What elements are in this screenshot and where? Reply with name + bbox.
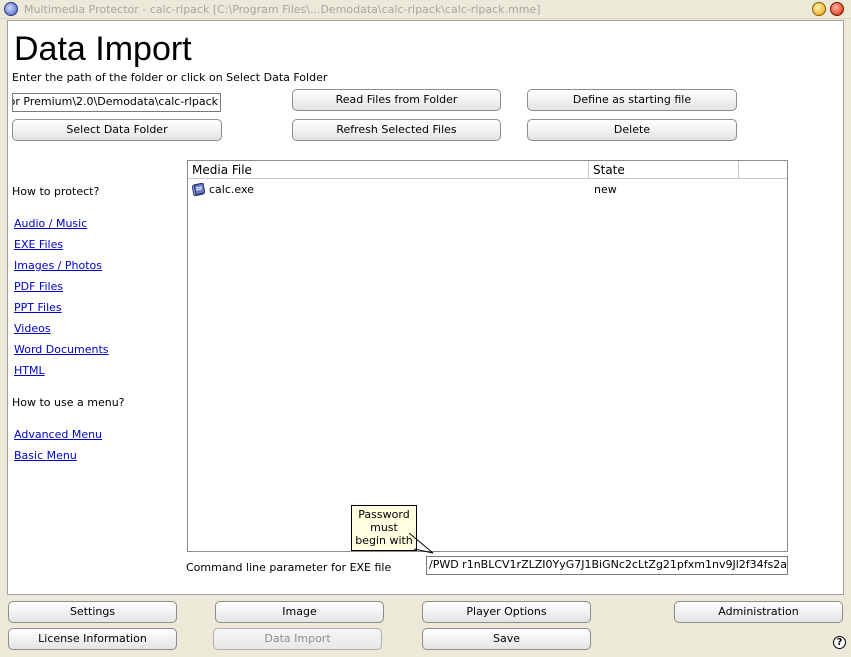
title-bar[interactable]: Multimedia Protector - calc-rlpack [C:\P… [0, 0, 851, 19]
password-tooltip: Password must begin with [351, 505, 417, 551]
media-file-list[interactable]: Media File State calc.exe new [187, 160, 788, 552]
data-import-panel: Data Import Enter the path of the folder… [7, 20, 844, 595]
tooltip-pointer [409, 533, 434, 554]
link-audio-music[interactable]: Audio / Music [14, 217, 87, 230]
data-import-button[interactable]: Data Import [213, 628, 382, 650]
window-title: Multimedia Protector - calc-rlpack [C:\P… [24, 3, 541, 16]
command-line-label: Command line parameter for EXE file [186, 561, 392, 574]
link-images-photos[interactable]: Images / Photos [14, 259, 102, 272]
list-header: Media File State [188, 161, 787, 179]
select-data-folder-button[interactable]: Select Data Folder [12, 119, 222, 141]
link-html[interactable]: HTML [14, 364, 45, 377]
command-line-input[interactable]: /PWD r1nBLCV1rZLZI0YyG7J1BiGNc2cLtZg21pf… [426, 556, 788, 575]
page-title: Data Import [14, 30, 192, 68]
administration-button[interactable]: Administration [674, 601, 843, 623]
column-media-file[interactable]: Media File [188, 161, 589, 179]
link-ppt-files[interactable]: PPT Files [14, 301, 62, 314]
settings-button[interactable]: Settings [8, 601, 177, 623]
column-state[interactable]: State [589, 161, 739, 179]
file-name: calc.exe [209, 183, 254, 196]
refresh-selected-files-button[interactable]: Refresh Selected Files [292, 119, 501, 141]
close-button[interactable] [830, 2, 844, 16]
exe-file-icon [192, 183, 205, 196]
column-empty[interactable] [739, 161, 787, 179]
app-icon[interactable] [4, 2, 18, 16]
define-starting-file-button[interactable]: Define as starting file [527, 89, 737, 111]
player-options-button[interactable]: Player Options [422, 601, 591, 623]
image-button[interactable]: Image [215, 601, 384, 623]
minimize-button[interactable] [812, 2, 826, 16]
save-button[interactable]: Save [422, 628, 591, 650]
tooltip-line-2: must [370, 521, 398, 534]
help-icon[interactable]: ? [833, 636, 846, 649]
protect-heading: How to protect? [12, 185, 100, 198]
table-row[interactable]: calc.exe new [188, 181, 787, 199]
tooltip-line-1: Password [358, 508, 410, 521]
link-word-documents[interactable]: Word Documents [14, 343, 109, 356]
instruction-text: Enter the path of the folder or click on… [12, 71, 328, 84]
link-videos[interactable]: Videos [14, 322, 51, 335]
folder-path-value: C:\Program Files\Multimedia Protector Pr… [13, 95, 218, 108]
link-exe-files[interactable]: EXE Files [14, 238, 63, 251]
menu-heading: How to use a menu? [12, 396, 125, 409]
file-state: new [594, 183, 617, 196]
license-information-button[interactable]: License Information [8, 628, 177, 650]
folder-path-input[interactable]: C:\Program Files\Multimedia Protector Pr… [12, 93, 221, 112]
link-basic-menu[interactable]: Basic Menu [14, 449, 77, 462]
link-pdf-files[interactable]: PDF Files [14, 280, 63, 293]
read-files-button[interactable]: Read Files from Folder [292, 89, 501, 111]
tooltip-line-3: begin with [355, 534, 413, 547]
link-advanced-menu[interactable]: Advanced Menu [14, 428, 102, 441]
delete-button[interactable]: Delete [527, 119, 737, 141]
